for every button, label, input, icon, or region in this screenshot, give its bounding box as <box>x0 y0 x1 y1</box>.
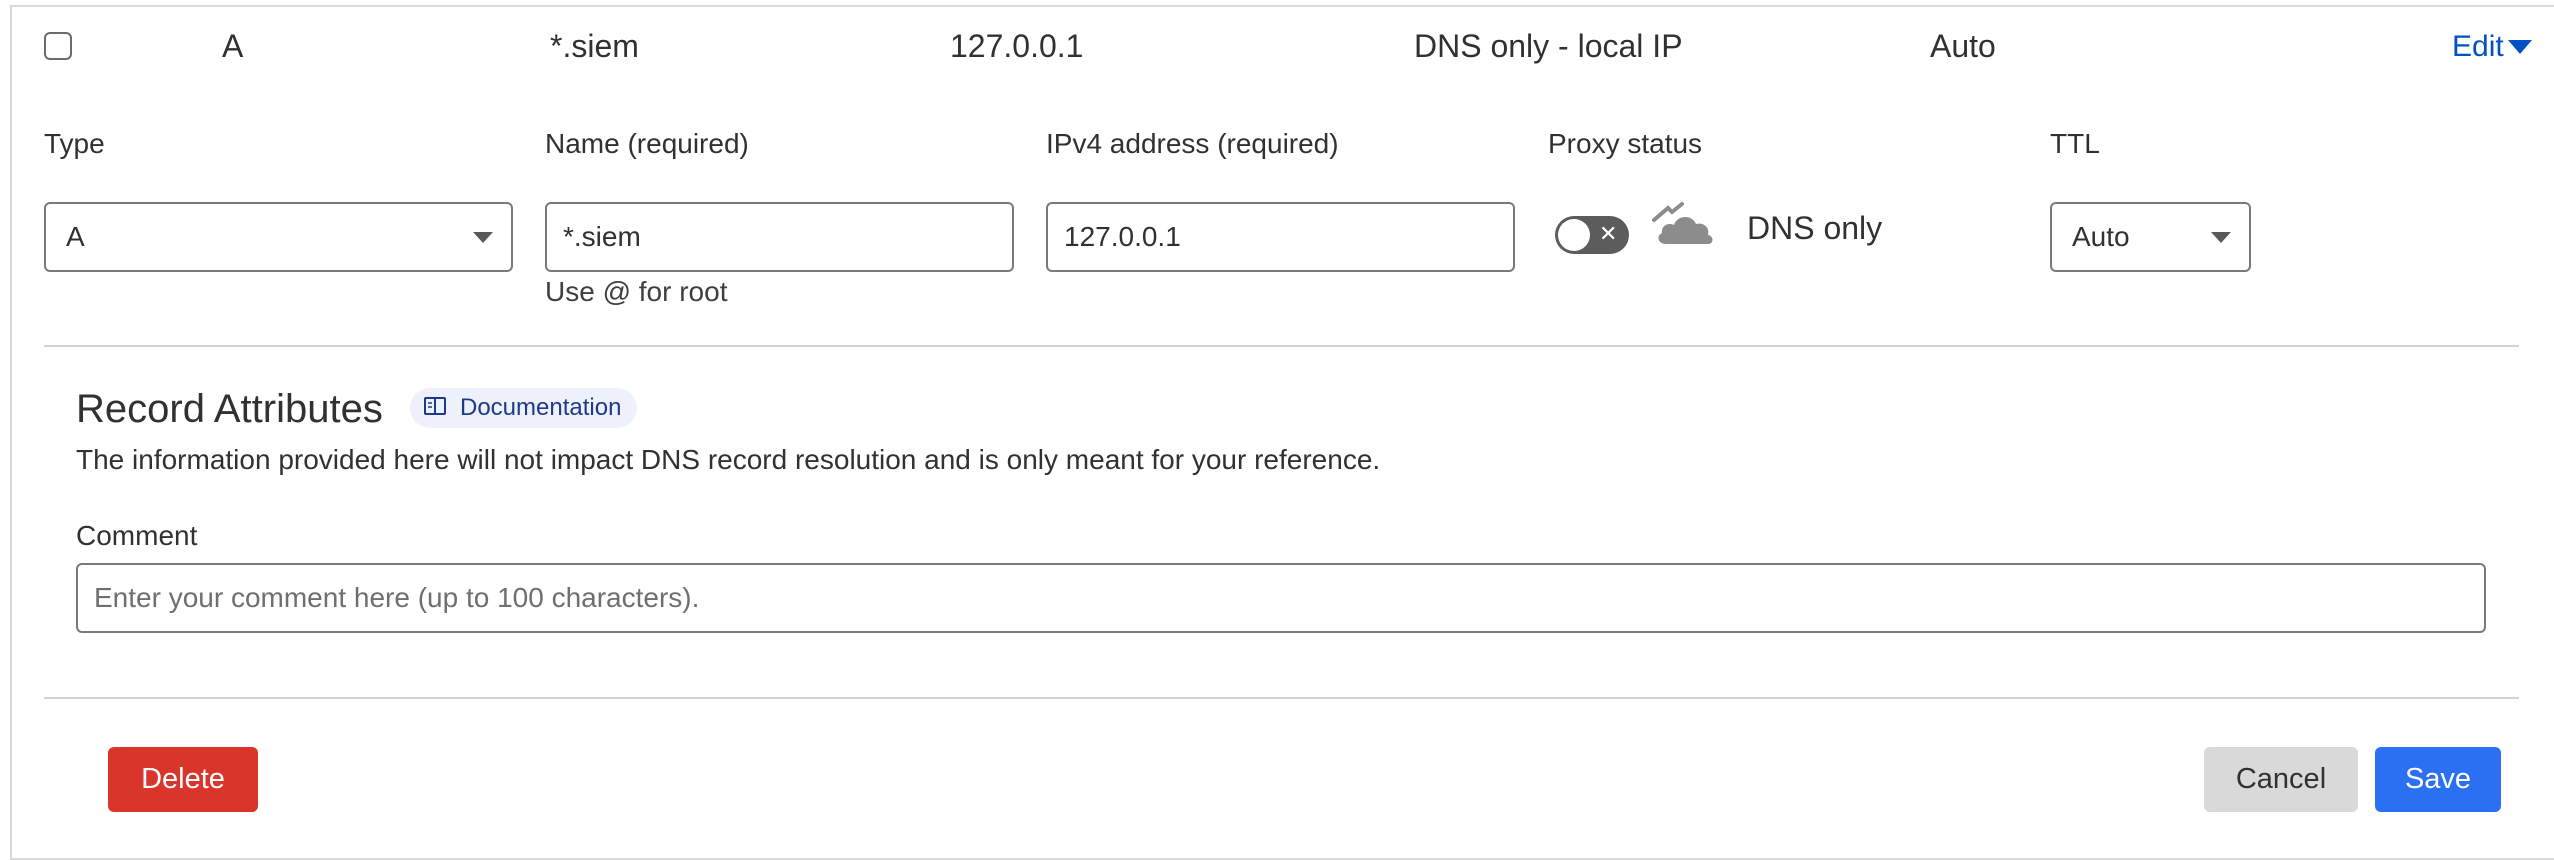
section-divider <box>44 345 2519 347</box>
record-attributes-description: The information provided here will not i… <box>76 444 1381 475</box>
delete-button[interactable]: Delete <box>108 747 258 812</box>
record-content-cell: 127.0.0.1 <box>950 28 1084 64</box>
name-input-value: *.siem <box>563 221 641 252</box>
save-button[interactable]: Save <box>2375 747 2501 812</box>
name-input[interactable]: *.siem <box>545 202 1014 272</box>
documentation-label: Documentation <box>460 394 622 421</box>
type-label: Type <box>44 128 105 159</box>
name-hint: Use @ for root <box>545 276 728 307</box>
dns-only-cloud-icon <box>1652 200 1718 259</box>
toggle-knob <box>1558 219 1590 251</box>
cancel-button[interactable]: Cancel <box>2204 747 2358 812</box>
chevron-down-icon <box>473 232 493 243</box>
record-ttl-cell: Auto <box>1930 28 1996 64</box>
name-label: Name (required) <box>545 128 749 159</box>
edit-link-label: Edit <box>2452 30 2504 63</box>
documentation-link[interactable]: Documentation <box>410 388 638 428</box>
ipv4-input[interactable]: 127.0.0.1 <box>1046 202 1515 272</box>
ttl-label: TTL <box>2050 128 2100 159</box>
record-attributes-title: Record Attributes <box>76 387 383 431</box>
ttl-select[interactable]: Auto <box>2050 202 2251 272</box>
record-select-checkbox[interactable] <box>44 32 72 60</box>
record-type-cell: A <box>222 28 244 64</box>
proxy-state-text: DNS only <box>1747 210 1883 246</box>
caret-down-icon <box>2506 30 2534 64</box>
ipv4-input-value: 127.0.0.1 <box>1064 221 1181 252</box>
edit-toggle-link[interactable]: Edit <box>2452 30 2534 64</box>
chevron-down-icon <box>2211 232 2231 243</box>
comment-input[interactable] <box>76 563 2486 633</box>
actions-divider <box>44 697 2519 699</box>
record-name-cell: *.siem <box>550 28 639 64</box>
record-proxy-status-cell: DNS only - local IP <box>1414 28 1683 64</box>
type-select[interactable]: A <box>44 202 513 272</box>
comment-label: Comment <box>76 520 198 551</box>
ttl-select-value: Auto <box>2072 221 2130 252</box>
close-icon: ✕ <box>1599 221 1618 246</box>
proxy-status-label: Proxy status <box>1548 128 1703 159</box>
book-icon <box>424 394 446 422</box>
ipv4-label: IPv4 address (required) <box>1046 128 1339 159</box>
type-select-value: A <box>66 221 85 252</box>
proxy-toggle[interactable]: ✕ <box>1555 216 1629 254</box>
